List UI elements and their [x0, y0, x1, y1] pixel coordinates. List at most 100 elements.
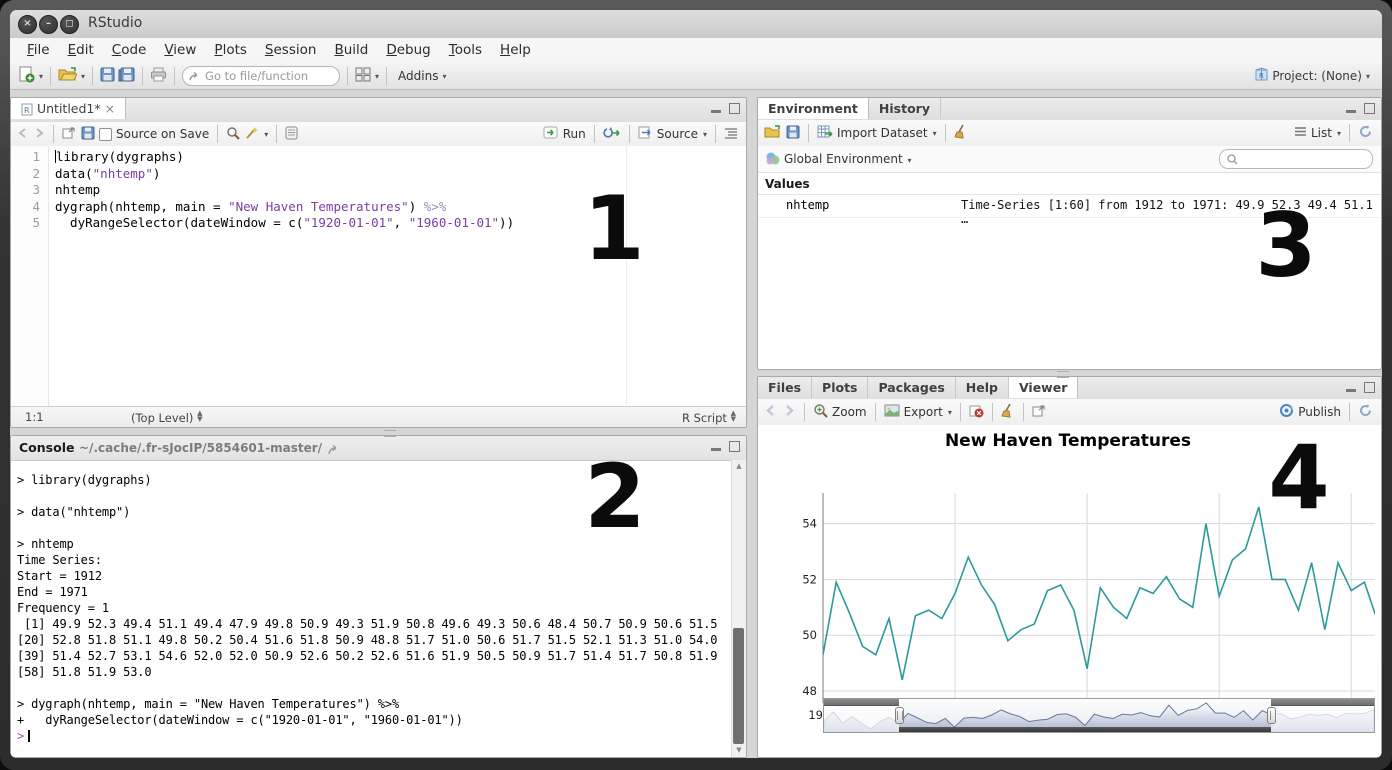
console-goto-directory-icon[interactable] — [327, 441, 341, 460]
minimize-pane-icon[interactable] — [711, 448, 721, 451]
refresh-icon[interactable] — [1358, 124, 1373, 142]
publish-icon[interactable] — [1279, 403, 1294, 421]
open-in-new-window-icon[interactable] — [62, 126, 77, 142]
maximize-pane-icon[interactable] — [1364, 103, 1375, 114]
publish-button[interactable]: Publish — [1298, 405, 1341, 419]
goto-file-input[interactable]: Go to file/function — [182, 66, 340, 86]
filetype-selector[interactable]: R Script ▲▼ — [682, 410, 736, 425]
open-file-icon[interactable] — [58, 67, 77, 85]
menu-plots[interactable]: Plots — [205, 38, 256, 58]
clear-all-broom-icon[interactable] — [1001, 403, 1015, 421]
tab-viewer[interactable]: Viewer — [1009, 377, 1078, 398]
window-close-button[interactable]: × — [18, 15, 37, 34]
range-handle-left[interactable] — [895, 707, 904, 724]
menu-view[interactable]: View — [155, 38, 205, 58]
minimize-pane-icon[interactable] — [1346, 389, 1356, 392]
export-caret[interactable]: ▾ — [948, 408, 952, 417]
scroll-down-icon[interactable]: ▼ — [732, 744, 746, 757]
environment-scope-selector[interactable]: Global Environment ▾ — [784, 152, 912, 166]
import-dataset-caret[interactable]: ▾ — [933, 129, 937, 138]
save-workspace-icon[interactable] — [786, 125, 800, 142]
range-selector[interactable] — [823, 698, 1375, 733]
window-maximize-button[interactable]: ◻ — [60, 15, 79, 34]
list-view-button[interactable]: List — [1311, 126, 1332, 140]
project-caret[interactable]: ▾ — [1366, 72, 1370, 81]
scrollbar-thumb[interactable] — [733, 628, 744, 744]
code-tools-caret[interactable]: ▾ — [264, 130, 268, 139]
tab-untitled1[interactable]: R Untitled1* × — [11, 98, 126, 119]
tab-history[interactable]: History — [869, 98, 941, 119]
import-dataset-icon[interactable] — [817, 125, 833, 141]
list-view-icon[interactable] — [1294, 126, 1307, 140]
back-icon[interactable] — [764, 404, 778, 420]
open-in-new-window-icon[interactable] — [1032, 404, 1047, 420]
menu-debug[interactable]: Debug — [377, 38, 439, 58]
new-file-icon[interactable] — [18, 66, 35, 86]
svg-text:R: R — [24, 106, 30, 115]
find-replace-icon[interactable] — [226, 126, 240, 143]
zoom-icon[interactable] — [813, 403, 828, 421]
line-number-gutter: 12345 — [11, 146, 49, 407]
save-all-icon[interactable] — [118, 67, 135, 85]
document-outline-icon[interactable] — [724, 127, 738, 142]
load-workspace-icon[interactable] — [764, 125, 782, 142]
source-on-save-checkbox[interactable] — [99, 128, 112, 141]
code-tools-icon[interactable] — [244, 126, 259, 143]
clear-viewer-icon[interactable] — [969, 404, 984, 421]
console-scrollbar[interactable]: ▲ ▼ — [731, 460, 746, 757]
compile-report-icon[interactable] — [285, 126, 298, 143]
export-button[interactable]: Export — [904, 405, 943, 419]
print-icon[interactable] — [150, 67, 167, 85]
back-icon[interactable] — [17, 127, 29, 142]
menu-edit[interactable]: Edit — [59, 38, 103, 58]
source-icon[interactable] — [638, 126, 653, 142]
project-menu-button[interactable]: Project: (None) — [1272, 69, 1362, 83]
panes-caret[interactable]: ▾ — [375, 72, 379, 81]
addins-button[interactable]: Addins — [394, 69, 438, 83]
import-dataset-button[interactable]: Import Dataset — [837, 126, 928, 140]
tab-close-icon[interactable]: × — [105, 101, 115, 116]
tab-packages[interactable]: Packages — [868, 377, 955, 398]
menu-code[interactable]: Code — [103, 38, 156, 58]
maximize-pane-icon[interactable] — [729, 441, 740, 452]
scope-selector[interactable]: (Top Level) ▲▼ — [131, 410, 202, 425]
maximize-pane-icon[interactable] — [729, 103, 740, 114]
new-file-caret[interactable]: ▾ — [39, 72, 43, 81]
forward-icon[interactable] — [33, 127, 45, 142]
environment-search-input[interactable] — [1219, 149, 1373, 169]
window-minimize-button[interactable]: – — [39, 15, 58, 34]
minimize-pane-icon[interactable] — [711, 110, 721, 113]
workspace-panes-icon[interactable] — [355, 67, 371, 85]
horizontal-splitter-grip[interactable] — [384, 430, 396, 437]
horizontal-splitter-grip[interactable] — [1057, 371, 1069, 378]
tab-plots[interactable]: Plots — [812, 377, 868, 398]
clear-objects-broom-icon[interactable] — [954, 124, 968, 142]
menu-session[interactable]: Session — [256, 38, 326, 58]
list-view-caret[interactable]: ▾ — [1337, 129, 1341, 138]
tab-files[interactable]: Files — [758, 377, 812, 398]
r-document-icon: R — [21, 103, 33, 116]
maximize-pane-icon[interactable] — [1364, 382, 1375, 393]
export-icon[interactable] — [884, 404, 900, 420]
menu-file[interactable]: File — [18, 38, 59, 58]
menu-help[interactable]: Help — [491, 38, 540, 58]
save-icon[interactable] — [81, 126, 95, 143]
minimize-pane-icon[interactable] — [1346, 110, 1356, 113]
range-handle-right[interactable] — [1267, 707, 1276, 724]
refresh-icon[interactable] — [1358, 403, 1373, 421]
source-button[interactable]: Source — [657, 127, 698, 141]
save-icon[interactable] — [100, 67, 115, 85]
menu-build[interactable]: Build — [325, 38, 377, 58]
tab-environment[interactable]: Environment — [758, 98, 869, 119]
addins-caret[interactable]: ▾ — [442, 72, 446, 81]
source-caret[interactable]: ▾ — [703, 130, 707, 139]
open-file-caret[interactable]: ▾ — [81, 72, 85, 81]
scroll-up-icon[interactable]: ▲ — [732, 460, 746, 473]
rerun-icon[interactable] — [603, 126, 621, 142]
forward-icon[interactable] — [782, 404, 796, 420]
tab-help[interactable]: Help — [956, 377, 1009, 398]
run-button[interactable]: Run — [563, 127, 586, 141]
zoom-button[interactable]: Zoom — [832, 405, 867, 419]
run-icon[interactable] — [543, 126, 559, 142]
menu-tools[interactable]: Tools — [440, 38, 491, 58]
